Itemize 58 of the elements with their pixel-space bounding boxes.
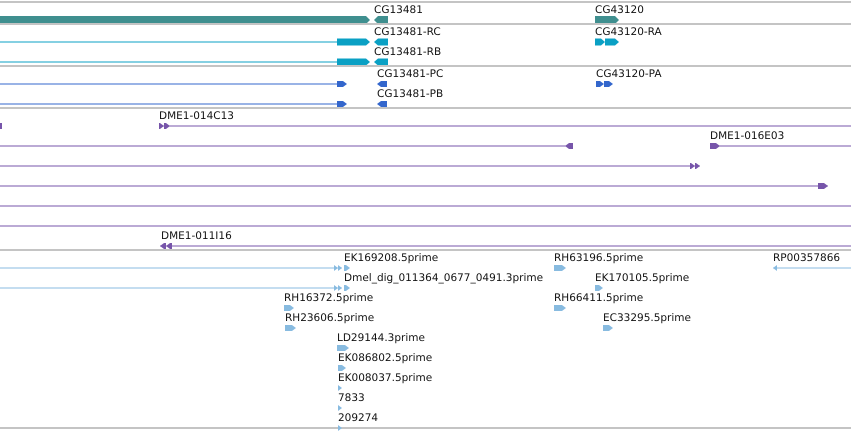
est-glyph[interactable] [344, 285, 350, 291]
protein-glyph[interactable] [377, 101, 387, 107]
feature-label: 209274 [338, 412, 378, 425]
est-glyph[interactable] [338, 405, 342, 411]
est-glyph[interactable] [603, 325, 613, 331]
feature-label: DME1-016E03 [710, 130, 784, 143]
feature-label: RH23606.5prime [285, 312, 374, 325]
feature-label: CG13481 [374, 4, 423, 17]
feature-label: CG43120-PA [596, 68, 662, 81]
est-glyph[interactable] [595, 285, 603, 291]
feature-label: CG13481-RC [374, 26, 441, 39]
feature-label: CG13481-PB [377, 88, 444, 101]
feature-label: DME1-014C13 [159, 110, 234, 123]
est-glyph[interactable] [773, 265, 851, 271]
est-glyph[interactable] [0, 285, 342, 291]
feature-label: CG13481-PC [377, 68, 444, 81]
est-glyph[interactable] [344, 265, 350, 271]
protein-glyph[interactable] [0, 81, 347, 87]
protein-glyph[interactable] [0, 101, 347, 107]
feature-label: EK086802.5prime [338, 352, 432, 365]
clone-glyph[interactable] [0, 183, 828, 189]
transcript-glyph[interactable] [374, 38, 388, 46]
transcript-glyph[interactable] [595, 38, 619, 46]
clone-glyph[interactable] [710, 143, 851, 149]
clone-glyph[interactable] [160, 243, 851, 249]
feature-label: EC33295.5prime [603, 312, 691, 325]
est-glyph[interactable] [554, 305, 566, 311]
feature-label: RH63196.5prime [554, 252, 644, 265]
est-glyph[interactable] [338, 385, 342, 391]
est-glyph[interactable] [338, 425, 342, 431]
feature-label: RH16372.5prime [284, 292, 374, 305]
est-glyph[interactable] [337, 345, 349, 351]
feature-label: LD29144.3prime [337, 332, 425, 345]
feature-label: CG43120-RA [595, 26, 662, 39]
est-glyph[interactable] [554, 265, 566, 271]
feature-label: CG43120 [595, 4, 644, 17]
feature-label: RH66411.5prime [554, 292, 644, 305]
transcript-glyph[interactable] [0, 38, 370, 46]
transcript-glyph[interactable] [374, 58, 388, 66]
feature-label: CG13481-RB [374, 46, 442, 59]
gene-glyph[interactable] [374, 16, 388, 24]
protein-glyph[interactable] [596, 81, 613, 87]
est-glyph[interactable] [284, 305, 294, 311]
est-glyph[interactable] [285, 325, 296, 331]
est-glyph[interactable] [0, 265, 342, 271]
feature-label: 7833 [338, 392, 365, 405]
feature-label: RP00357866 [773, 252, 840, 265]
feature-label: EK008037.5prime [338, 372, 432, 385]
est-glyph[interactable] [338, 365, 346, 371]
transcript-glyph[interactable] [0, 58, 370, 66]
clone-glyph[interactable] [0, 143, 573, 149]
clone-glyph[interactable] [0, 163, 700, 169]
feature-label: DME1-011I16 [161, 230, 232, 243]
feature-label: EK170105.5prime [595, 272, 690, 285]
protein-glyph[interactable] [377, 81, 387, 87]
feature-label: EK169208.5prime [344, 252, 438, 265]
clone-glyph[interactable] [159, 123, 851, 129]
feature-label: Dmel_dig_011364_0677_0491.3prime [344, 272, 544, 285]
